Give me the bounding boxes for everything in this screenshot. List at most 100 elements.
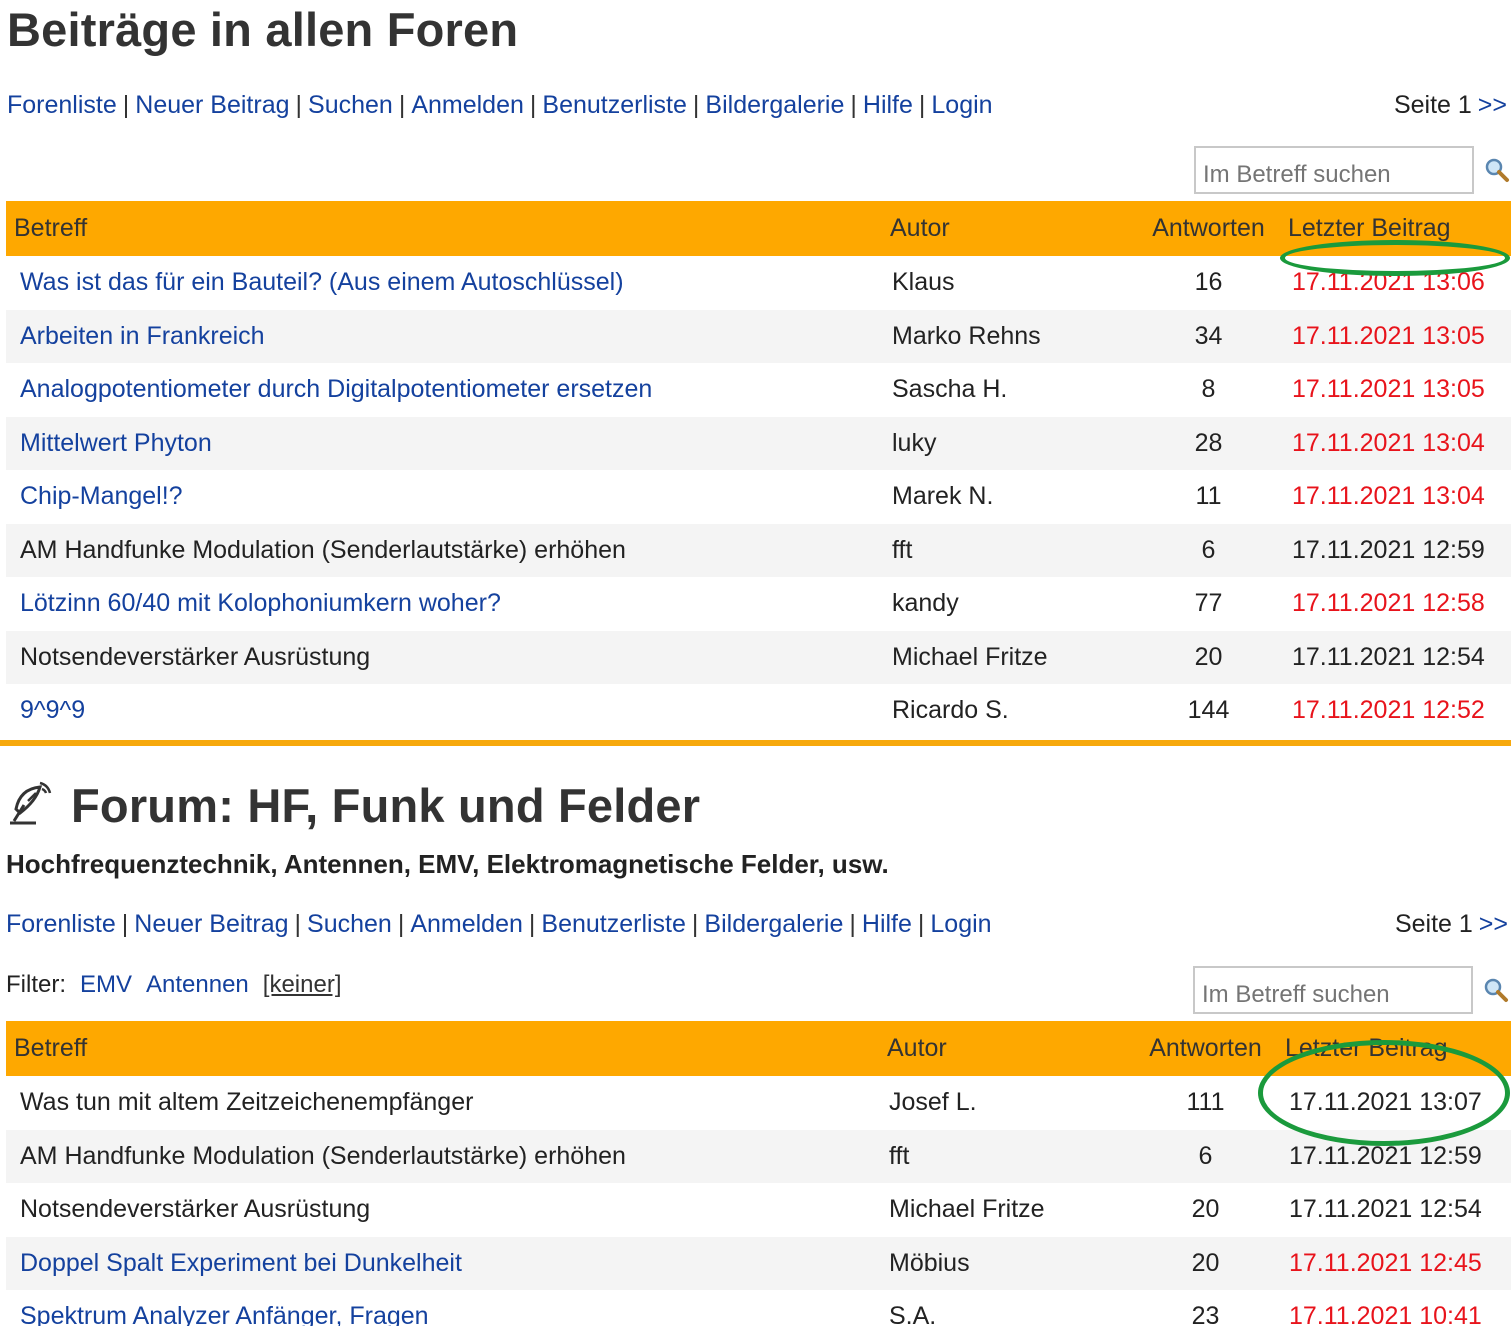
nav-separator: | bbox=[691, 910, 699, 938]
nav-separator: | bbox=[850, 91, 857, 119]
column-last-post[interactable]: Letzter Beitrag bbox=[1280, 201, 1511, 256]
nav-separator: | bbox=[918, 91, 926, 119]
topic-author: Josef L. bbox=[879, 1076, 1134, 1130]
pager: Seite 1 >> bbox=[1394, 91, 1507, 120]
topic-link[interactable]: Doppel Spalt Experiment bei Dunkelheit bbox=[20, 1249, 462, 1277]
topic-last-post: 17.11.2021 13:05 bbox=[1280, 363, 1511, 417]
topic-subject-cell: Mittelwert Phyton bbox=[6, 416, 882, 470]
nav-separator: | bbox=[295, 91, 303, 119]
topic-link[interactable]: Mittelwert Phyton bbox=[20, 429, 212, 457]
nav-separator: | bbox=[294, 910, 302, 938]
topic-link[interactable]: Notsendeverstärker Ausrüstung bbox=[20, 643, 370, 671]
nav-neuer-beitrag[interactable]: Neuer Beitrag bbox=[135, 91, 289, 119]
topic-author: fft bbox=[882, 523, 1137, 577]
topic-link[interactable]: Was ist das für ein Bauteil? (Aus einem … bbox=[20, 268, 624, 296]
magnifier-icon[interactable] bbox=[1483, 977, 1509, 1003]
topic-subject-cell: Lötzinn 60/40 mit Kolophoniumkern woher? bbox=[6, 577, 882, 631]
nav-suchen[interactable]: Suchen bbox=[307, 910, 392, 938]
all-forums-panel: Beiträge in allen Foren Forenliste | Neuer… bbox=[0, 0, 1511, 745]
topic-replies: 77 bbox=[1137, 577, 1280, 631]
topic-last-post: 17.11.2021 10:41 bbox=[1277, 1290, 1511, 1326]
nav-login[interactable]: Login bbox=[931, 91, 992, 119]
topic-replies: 28 bbox=[1137, 416, 1280, 470]
topic-replies: 6 bbox=[1137, 523, 1280, 577]
nav-anmelden[interactable]: Anmelden bbox=[411, 91, 524, 119]
filter-antennen[interactable]: Antennen bbox=[146, 971, 249, 998]
topic-replies: 6 bbox=[1134, 1129, 1277, 1183]
topic-replies: 20 bbox=[1134, 1183, 1277, 1237]
table-row: AM Handfunke Modulation (Senderlautstärk… bbox=[6, 1129, 1511, 1183]
column-replies[interactable]: Antworten bbox=[1134, 1021, 1277, 1076]
magnifier-icon[interactable] bbox=[1484, 157, 1510, 183]
topic-last-post: 17.11.2021 13:05 bbox=[1280, 309, 1511, 363]
topic-subject-cell: Arbeiten in Frankreich bbox=[6, 309, 882, 363]
table-row: Chip-Mangel!? Marek N. 11 17.11.2021 13:04 bbox=[6, 470, 1511, 524]
topic-subject-cell: Was ist das für ein Bauteil? (Aus einem … bbox=[6, 256, 882, 310]
page-label: Seite 1 bbox=[1393, 91, 1472, 119]
filter-none[interactable]: [keiner] bbox=[263, 971, 342, 998]
topic-link[interactable]: 9^9^9 bbox=[20, 696, 85, 724]
column-author[interactable]: Autor bbox=[879, 1021, 1134, 1076]
subject-search-input[interactable] bbox=[1193, 966, 1473, 1014]
nav-bildergalerie[interactable]: Bildergalerie bbox=[704, 910, 843, 938]
topic-link[interactable]: Notsendeverstärker Ausrüstung bbox=[20, 1195, 370, 1223]
column-last-post[interactable]: Letzter Beitrag bbox=[1277, 1021, 1511, 1076]
next-page-link[interactable]: >> bbox=[1478, 91, 1507, 119]
topic-replies: 8 bbox=[1137, 363, 1280, 417]
forum-subtitle: Hochfrequenztechnik, Antennen, EMV, Elek… bbox=[6, 849, 889, 879]
nav-separator: | bbox=[692, 91, 700, 119]
column-subject[interactable]: Betreff bbox=[6, 201, 882, 256]
nav-separator: | bbox=[121, 910, 129, 938]
nav-separator: | bbox=[528, 910, 536, 938]
nav-forenliste[interactable]: Forenliste bbox=[7, 91, 117, 119]
nav-hilfe[interactable]: Hilfe bbox=[862, 910, 912, 938]
topic-author: Marek N. bbox=[882, 470, 1137, 524]
topic-subject-cell: Notsendeverstärker Ausrüstung bbox=[6, 630, 882, 684]
topic-link[interactable]: Arbeiten in Frankreich bbox=[20, 322, 265, 350]
subject-search-input[interactable] bbox=[1194, 146, 1474, 194]
topic-replies: 34 bbox=[1137, 309, 1280, 363]
topic-author: Marko Rehns bbox=[882, 309, 1137, 363]
topic-author: Sascha H. bbox=[882, 363, 1137, 417]
column-replies[interactable]: Antworten bbox=[1137, 201, 1280, 256]
topic-link[interactable]: AM Handfunke Modulation (Senderlautstärk… bbox=[20, 536, 626, 564]
topic-author: Michael Fritze bbox=[879, 1183, 1134, 1237]
pager: Seite 1 >> bbox=[1395, 910, 1508, 939]
topic-link[interactable]: Spektrum Analyzer Anfänger, Fragen bbox=[20, 1302, 429, 1326]
nav-anmelden[interactable]: Anmelden bbox=[410, 910, 523, 938]
filter-emv[interactable]: EMV bbox=[80, 971, 132, 998]
table-row: Was ist das für ein Bauteil? (Aus einem … bbox=[6, 256, 1511, 310]
topic-subject-cell: Was tun mit altem Zeitzeichenempfänger bbox=[6, 1076, 879, 1130]
topic-link[interactable]: AM Handfunke Modulation (Senderlautstärk… bbox=[20, 1142, 626, 1170]
nav-hilfe[interactable]: Hilfe bbox=[863, 91, 913, 119]
topic-link[interactable]: Chip-Mangel!? bbox=[20, 482, 183, 510]
nav-suchen[interactable]: Suchen bbox=[308, 91, 393, 119]
table-row: Mittelwert Phyton luky 28 17.11.2021 13:04 bbox=[6, 416, 1511, 470]
topic-link[interactable]: Lötzinn 60/40 mit Kolophoniumkern woher? bbox=[20, 589, 501, 617]
topic-subject-cell: Analogpotentiometer durch Digitalpotenti… bbox=[6, 363, 882, 417]
nav-benutzerliste[interactable]: Benutzerliste bbox=[542, 91, 687, 119]
nav-benutzerliste[interactable]: Benutzerliste bbox=[541, 910, 686, 938]
page-title: Beiträge in allen Foren bbox=[7, 3, 519, 56]
topic-replies: 111 bbox=[1134, 1076, 1277, 1130]
nav-forenliste[interactable]: Forenliste bbox=[6, 910, 116, 938]
topic-link[interactable]: Analogpotentiometer durch Digitalpotenti… bbox=[20, 375, 652, 403]
topics-body: Was tun mit altem Zeitzeichenempfänger Jo… bbox=[6, 1076, 1511, 1326]
topic-last-post: 17.11.2021 12:52 bbox=[1280, 684, 1511, 738]
topic-subject-cell: Spektrum Analyzer Anfänger, Fragen bbox=[6, 1290, 879, 1326]
topic-replies: 144 bbox=[1137, 684, 1280, 738]
topic-last-post: 17.11.2021 13:04 bbox=[1280, 470, 1511, 524]
table-row: Lötzinn 60/40 mit Kolophoniumkern woher?… bbox=[6, 577, 1511, 631]
next-page-link[interactable]: >> bbox=[1479, 910, 1508, 938]
forum-panel: Forum: HF, Funk und Felder Hochfrequenzt… bbox=[0, 745, 1511, 1326]
column-author[interactable]: Autor bbox=[882, 201, 1137, 256]
topic-replies: 16 bbox=[1137, 256, 1280, 310]
topic-last-post: 17.11.2021 12:59 bbox=[1280, 523, 1511, 577]
nav-login[interactable]: Login bbox=[930, 910, 991, 938]
satellite-dish-icon bbox=[10, 781, 52, 825]
topic-link[interactable]: Was tun mit altem Zeitzeichenempfänger bbox=[20, 1088, 473, 1116]
topic-author: fft bbox=[879, 1129, 1134, 1183]
column-subject[interactable]: Betreff bbox=[6, 1021, 879, 1076]
nav-neuer-beitrag[interactable]: Neuer Beitrag bbox=[134, 910, 288, 938]
nav-bildergalerie[interactable]: Bildergalerie bbox=[705, 91, 844, 119]
